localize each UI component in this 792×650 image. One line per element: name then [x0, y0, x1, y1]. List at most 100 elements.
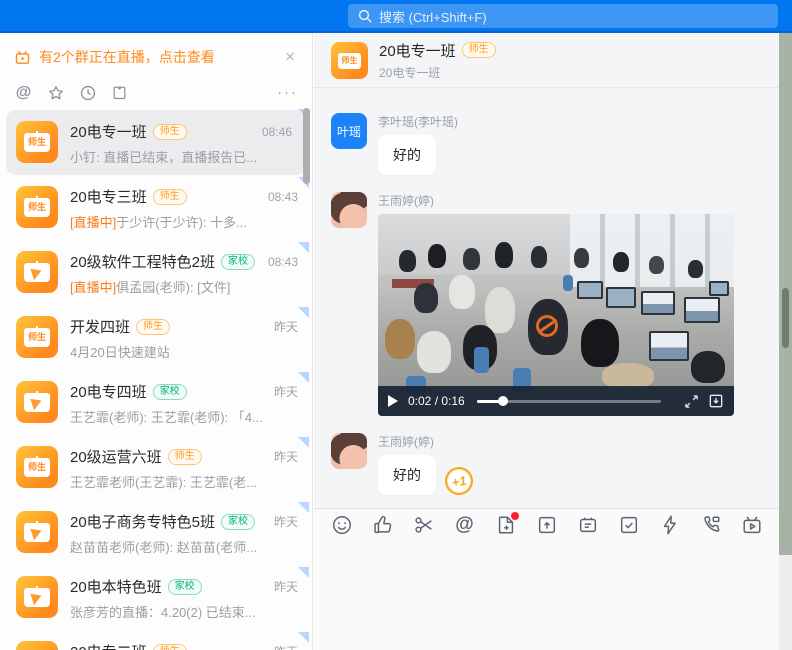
more-icon[interactable]: ··· [277, 84, 298, 101]
chat-list-item-8[interactable]: 师生 20电专二班 师生 昨天 [0, 630, 312, 650]
chat-list-item-7[interactable]: 20电本特色班 家校 昨天 张彦芳的直播：4.20(2) 已结束... [0, 565, 312, 630]
group-avatar [16, 511, 58, 553]
group-avatar [16, 251, 58, 293]
notes-card-icon[interactable] [576, 514, 599, 537]
live-groups-banner[interactable]: 有2个群正在直播，点击查看 × [0, 33, 312, 73]
chat-preview: 赵苗苗老师(老师): 赵苗苗(老师... [70, 537, 298, 556]
search-input[interactable]: 搜索 (Ctrl+Shift+F) [348, 4, 778, 28]
badge-shisheng: 师生 [168, 449, 202, 465]
live-banner-text: 有2个群正在直播，点击查看 [39, 47, 274, 67]
sender-avatar[interactable] [331, 433, 367, 469]
flag-corner-icon [298, 437, 309, 448]
chat-title: 20电本特色班 [70, 576, 162, 597]
badge-jiaxiao: 家校 [153, 384, 187, 400]
banner-close-icon[interactable]: × [282, 47, 298, 67]
group-avatar: 师生 [16, 641, 58, 650]
group-avatar: 师生 [16, 121, 58, 163]
new-doc-icon[interactable] [494, 514, 517, 537]
flag-corner-icon [298, 632, 309, 643]
message-input-area[interactable] [314, 540, 779, 650]
chat-preview: [直播中]于少许(于少许): 十多... [70, 212, 298, 231]
chat-list: 师生 20电专一班 师生 08:46 小钉: 直播已结束，直播报告已... 师生… [0, 110, 312, 650]
chat-preview: 王艺霏老师(王艺霏): 王艺霏(老... [70, 472, 298, 491]
download-icon[interactable] [708, 393, 724, 409]
sender-name: 李叶瑶(李叶瑶) [378, 113, 458, 130]
chat-preview: 王艺霏(老师): 王艺霏(老师): 「4... [70, 407, 298, 426]
message-row: 王雨婷(婷) [331, 192, 779, 416]
group-avatar: 师生 [16, 446, 58, 488]
chat-list-item-1[interactable]: 师生 20电专三班 师生 08:43 [直播中]于少许(于少许): 十多... [0, 175, 312, 240]
flag-corner-icon [298, 567, 309, 578]
video-thumbnail[interactable]: 0:02 / 0:16 [378, 214, 734, 416]
chat-list-item-6[interactable]: 20电子商务专特色5班 家校 昨天 赵苗苗老师(老师): 赵苗苗(老师... [0, 500, 312, 565]
group-avatar [16, 576, 58, 618]
chat-header-subtitle: 20电专一班 [379, 64, 496, 81]
message-list: 叶瑶 李叶瑶(李叶瑶) 好的 王雨婷(婷) [314, 89, 779, 507]
sender-name: 王雨婷(婷) [378, 192, 734, 209]
chat-time: 昨天 [274, 578, 298, 595]
task-icon[interactable] [617, 514, 640, 537]
send-file-icon[interactable] [535, 514, 558, 537]
sender-avatar[interactable]: 叶瑶 [331, 113, 367, 149]
video-time: 0:02 / 0:16 [408, 394, 465, 408]
badge-shisheng: 师生 [136, 319, 170, 335]
chat-list-item-4[interactable]: 20电专四班 家校 昨天 王艺霏(老师): 王艺霏(老师): 「4... [0, 370, 312, 435]
chat-list-item-5[interactable]: 师生 20级运营六班 师生 昨天 王艺霏老师(王艺霏): 王艺霏(老... [0, 435, 312, 500]
chat-list-item-0[interactable]: 师生 20电专一班 师生 08:46 小钉: 直播已结束，直播报告已... [6, 110, 306, 175]
star-filter-icon[interactable] [46, 83, 65, 102]
message-toolbar: @ [314, 510, 779, 540]
chat-title: 20电专一班 [70, 121, 147, 142]
chat-title: 20级软件工程特色2班 [70, 251, 215, 272]
sidebar-scrollbar[interactable] [303, 108, 310, 184]
chat-time: 08:46 [262, 125, 292, 139]
message-row: 叶瑶 李叶瑶(李叶瑶) 好的 [331, 113, 779, 175]
board-filter-icon[interactable] [110, 83, 129, 102]
progress-handle[interactable] [498, 396, 508, 406]
chat-preview: [直播中]俱孟园(老师): [文件] [70, 277, 298, 296]
play-button[interactable] [388, 395, 398, 407]
video-progress-bar[interactable] [477, 400, 661, 403]
plus-one-reaction[interactable]: +1 [443, 465, 475, 497]
sender-avatar[interactable] [331, 192, 367, 228]
chat-time: 08:43 [268, 255, 298, 269]
chat-time: 昨天 [274, 383, 298, 400]
filter-row: @ ··· [0, 73, 312, 110]
chat-title: 20电专二班 [70, 641, 147, 650]
badge-shisheng: 师生 [153, 644, 187, 650]
live-stream-icon[interactable] [740, 514, 763, 537]
search-placeholder: 搜索 (Ctrl+Shift+F) [379, 7, 487, 26]
fullscreen-icon[interactable] [684, 394, 699, 409]
desktop-scrollbar[interactable] [782, 288, 789, 348]
clock-filter-icon[interactable] [78, 83, 97, 102]
sender-name: 王雨婷(婷) [378, 433, 473, 450]
screenshot-scissors-icon[interactable] [412, 514, 435, 537]
emoji-icon[interactable] [330, 514, 353, 537]
flag-corner-icon [298, 502, 309, 513]
message-row: 王雨婷(婷) 好的 +1 [331, 433, 779, 495]
video-call-icon[interactable] [699, 514, 722, 537]
video-controls: 0:02 / 0:16 [378, 386, 734, 416]
chat-title: 20级运营六班 [70, 446, 162, 467]
chat-preview: 张彦芳的直播：4.20(2) 已结束... [70, 602, 298, 621]
dingtalk-window: 搜索 (Ctrl+Shift+F) 有2个群正在直播，点击查看 × @ [0, 0, 792, 650]
chat-list-item-2[interactable]: 20级软件工程特色2班 家校 08:43 [直播中]俱孟园(老师): [文件] [0, 240, 312, 305]
message-bubble: 好的 [378, 455, 436, 495]
message-bubble: 好的 [378, 135, 436, 175]
notification-dot [511, 512, 519, 520]
chat-preview: 4月20日快速建站 [70, 342, 298, 361]
flash-icon[interactable] [658, 514, 681, 537]
chat-time: 昨天 [274, 318, 298, 335]
chat-time: 昨天 [274, 448, 298, 465]
mention-icon[interactable]: @ [453, 514, 476, 537]
group-avatar: 师生 [16, 316, 58, 358]
chat-time: 昨天 [274, 513, 298, 530]
toolbar-divider [314, 508, 779, 509]
badge-shisheng: 师生 [153, 189, 187, 205]
chat-header-title: 20电专一班 [379, 40, 456, 61]
chat-list-item-3[interactable]: 师生 开发四班 师生 昨天 4月20日快速建站 [0, 305, 312, 370]
flag-corner-icon [298, 307, 309, 318]
mention-filter-icon[interactable]: @ [14, 83, 33, 102]
chat-time: 08:43 [268, 190, 298, 204]
sidebar: 有2个群正在直播，点击查看 × @ ··· [0, 33, 313, 650]
thumbs-up-icon[interactable] [371, 514, 394, 537]
